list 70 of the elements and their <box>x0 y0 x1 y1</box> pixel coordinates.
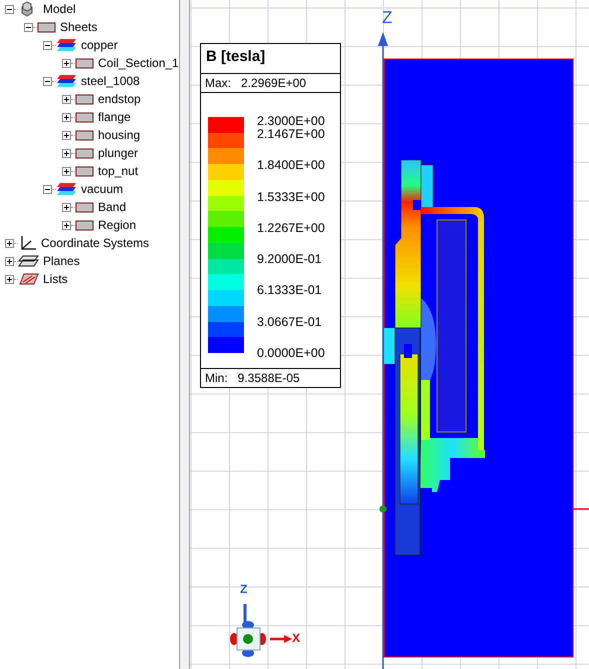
expand-toggle[interactable] <box>5 238 14 248</box>
material-layers-icon <box>56 38 78 52</box>
tree-item[interactable]: top_nut <box>98 164 138 178</box>
material-layers-icon <box>56 74 78 88</box>
tree-item[interactable]: Lists <box>43 272 68 286</box>
expand-toggle[interactable] <box>62 112 71 122</box>
tree-item[interactable]: Planes <box>43 254 80 268</box>
legend-value: 1.2267E+00 <box>257 222 325 235</box>
legend-value: 2.3000E+00 <box>257 115 325 128</box>
top-nut-part <box>420 164 434 210</box>
legend-title: B [tesla] <box>201 44 340 74</box>
sheet-icon <box>75 147 95 159</box>
tree-item[interactable]: copper <box>81 38 118 52</box>
x-axis-line <box>573 508 589 510</box>
expand-toggle[interactable] <box>43 40 52 50</box>
sheet-icon <box>75 93 95 105</box>
max-value: 2.2969E+00 <box>241 76 306 90</box>
sheet-icon <box>37 21 57 33</box>
legend-value: 2.1467E+00 <box>257 128 325 141</box>
planes-icon <box>18 254 40 268</box>
gap-area <box>413 200 421 210</box>
gap-area <box>404 344 412 358</box>
sheet-icon <box>75 129 95 141</box>
sheet-icon <box>75 111 95 123</box>
triad-z-label: Z <box>240 583 248 595</box>
tree-item[interactable]: Region <box>98 218 136 232</box>
tree-item[interactable]: Band <box>98 200 126 214</box>
sheet-icon <box>75 219 95 231</box>
expand-toggle[interactable] <box>62 202 71 212</box>
tree-item[interactable]: plunger <box>98 146 138 160</box>
tree-item[interactable]: Model <box>43 2 76 16</box>
expand-toggle[interactable] <box>62 166 71 176</box>
tree-item[interactable]: steel_1008 <box>81 74 140 88</box>
expand-toggle[interactable] <box>62 58 71 68</box>
legend-value: 0.0000E+00 <box>257 346 325 360</box>
legend-value: 6.1333E-01 <box>257 284 323 298</box>
sheet-icon <box>75 165 95 177</box>
origin-marker <box>380 506 386 512</box>
expand-toggle[interactable] <box>62 148 71 158</box>
legend-value: 1.8400E+00 <box>257 159 325 172</box>
triad-x-label: X <box>292 632 300 644</box>
expand-toggle[interactable] <box>62 220 71 230</box>
expand-toggle[interactable] <box>62 130 71 140</box>
tree-item[interactable]: Coordinate Systems <box>41 236 150 250</box>
expand-toggle[interactable] <box>24 22 33 32</box>
sheet-icon <box>75 201 95 213</box>
legend-value: 1.5333E+00 <box>257 190 325 204</box>
sheet-icon <box>75 57 95 69</box>
tree-item[interactable]: flange <box>98 110 131 124</box>
expand-toggle[interactable] <box>62 94 71 104</box>
lists-icon <box>18 271 40 287</box>
material-layers-icon <box>56 182 78 196</box>
expand-toggle[interactable] <box>5 4 14 14</box>
tree-item[interactable]: housing <box>98 128 140 142</box>
legend-value: 3.0667E-01 <box>257 316 323 329</box>
expand-toggle[interactable] <box>43 76 52 86</box>
expand-toggle[interactable] <box>5 256 14 266</box>
tree-item[interactable]: Coil_Section_1 <box>98 56 179 70</box>
tree-item[interactable]: vacuum <box>81 182 124 196</box>
max-label: Max: <box>205 76 232 90</box>
expand-toggle[interactable] <box>43 184 52 194</box>
min-label: Min: <box>205 371 228 385</box>
axis-triad-drawing[interactable] <box>230 604 292 657</box>
tree-item[interactable]: endstop <box>98 92 141 106</box>
z-axis-label: Z <box>382 9 392 26</box>
expand-toggle[interactable] <box>5 274 14 284</box>
flange-part <box>420 438 485 492</box>
min-value: 9.3588E-05 <box>238 371 300 385</box>
legend-value: 9.2000E-01 <box>257 253 323 266</box>
tree-item[interactable]: Sheets <box>60 20 98 34</box>
